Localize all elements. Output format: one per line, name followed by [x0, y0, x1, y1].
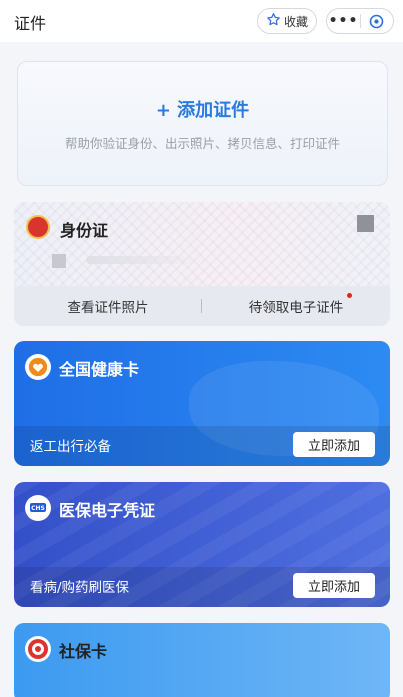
- health-card-title: 全国健康卡: [59, 360, 140, 379]
- chs-badge-text: CHS: [31, 505, 45, 512]
- medical-insurance-description: 看病/购药刷医保: [30, 580, 130, 596]
- masked-id-detail: [86, 256, 206, 264]
- id-card-actions: 查看证件照片 待领取电子证件: [14, 286, 390, 326]
- masked-id-number: [52, 254, 66, 268]
- add-health-card-button[interactable]: 立即添加: [293, 432, 375, 457]
- star-icon: [266, 12, 281, 30]
- medical-insurance-icon: CHS: [25, 495, 51, 521]
- favorite-label: 收藏: [283, 14, 308, 29]
- qr-code-icon[interactable]: [357, 215, 374, 232]
- health-card[interactable]: 全国健康卡 返工出行必备 立即添加: [14, 341, 390, 466]
- id-card[interactable]: 身份证 查看证件照片 待领取电子证件: [14, 202, 390, 326]
- social-security-icon: [25, 636, 51, 662]
- medical-insurance-card[interactable]: CHS 医保电子凭证 看病/购药刷医保 立即添加: [14, 482, 390, 607]
- mini-program-capsule: •••: [326, 8, 394, 34]
- add-medical-insurance-button[interactable]: 立即添加: [293, 573, 375, 598]
- add-certificate-card[interactable]: + 添加证件 帮助你验证身份、出示照片、拷贝信息、打印证件: [17, 61, 388, 186]
- more-icon[interactable]: •••: [327, 13, 360, 29]
- notification-dot: [347, 293, 352, 298]
- health-card-description: 返工出行必备: [30, 439, 111, 455]
- social-security-title: 社保卡: [59, 642, 108, 661]
- close-icon[interactable]: [361, 13, 393, 30]
- add-certificate-subtitle: 帮助你验证身份、出示照片、拷贝信息、打印证件: [64, 136, 340, 151]
- view-photo-button[interactable]: 查看证件照片: [14, 296, 202, 316]
- id-card-title: 身份证: [60, 221, 109, 240]
- page-title: 证件: [14, 14, 47, 33]
- top-bar: 证件 收藏 •••: [0, 0, 403, 42]
- id-card-background: [14, 202, 390, 286]
- favorite-button[interactable]: 收藏: [257, 8, 317, 34]
- add-certificate-title: + 添加证件: [155, 100, 250, 121]
- claim-electronic-id-button[interactable]: 待领取电子证件: [202, 296, 390, 316]
- national-emblem-icon: [26, 215, 50, 239]
- social-security-card[interactable]: 社保卡: [14, 623, 390, 697]
- medical-insurance-title: 医保电子凭证: [59, 501, 156, 520]
- health-card-icon: [25, 354, 51, 380]
